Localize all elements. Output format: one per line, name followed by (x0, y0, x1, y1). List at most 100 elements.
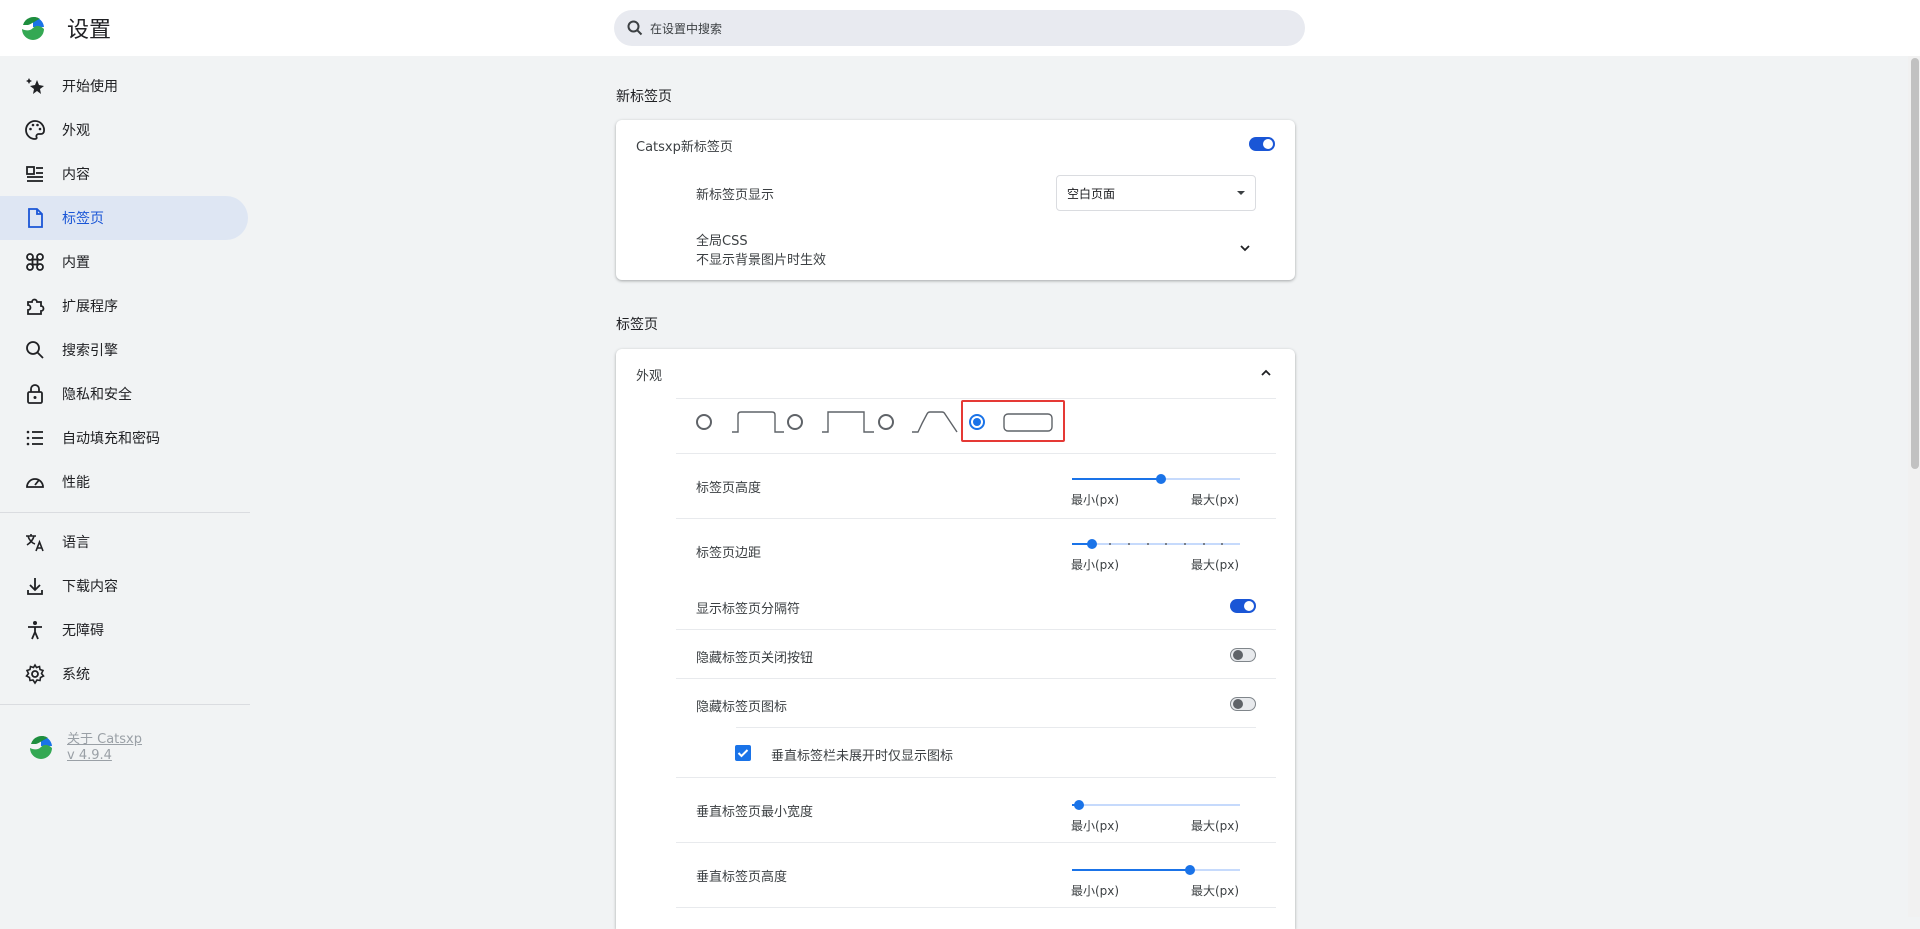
sidebar-item-language[interactable]: 语言 (0, 520, 248, 564)
scrollbar-thumb[interactable] (1911, 58, 1919, 469)
sidebar-item-tabs[interactable]: 标签页 (0, 196, 248, 240)
slider-thumb[interactable] (1184, 865, 1195, 875)
gear-icon (25, 663, 45, 685)
global-css-label: 全局CSS (696, 234, 748, 249)
tabs-card: 外观 标签页高度 最小(px) 最大(px) 标签页边距 最小(px) 最大(p… (616, 349, 1295, 929)
slider-tick (1146, 543, 1149, 545)
catsxp-newtab-toggle[interactable] (1249, 137, 1275, 151)
hide-tab-icon-toggle[interactable] (1230, 697, 1256, 711)
divider (676, 842, 1276, 843)
chevron-up-icon[interactable] (1259, 366, 1273, 380)
sidebar: 开始使用 外观 内容 标签页 内置 扩展程序 搜索引擎 隐私和安全 自动填充和密… (0, 56, 250, 917)
slider-fill (1072, 478, 1162, 480)
chevron-down-icon[interactable] (1238, 241, 1252, 255)
slider-thumb[interactable] (1073, 800, 1084, 810)
palette-icon (25, 120, 45, 140)
hide-close-button-label: 隐藏标签页关闭按钮 (696, 651, 814, 666)
divider (676, 678, 1276, 679)
tab-margin-label: 标签页边距 (696, 546, 762, 561)
slider-max-label: 最大(px) (1191, 493, 1240, 507)
divider (676, 777, 1276, 778)
global-css-desc: 不显示背景图片时生效 (696, 253, 827, 268)
vertical-min-width-label: 垂直标签页最小宽度 (696, 805, 814, 820)
divider (676, 907, 1276, 908)
search-icon (26, 341, 44, 359)
sidebar-item-label: 无障碍 (62, 623, 104, 639)
slider-tick (1128, 543, 1130, 545)
slider-min-label: 最小(px) (1071, 819, 1120, 833)
sidebar-item-label: 隐私和安全 (62, 387, 132, 403)
download-icon (27, 578, 43, 595)
appearance-label: 外观 (636, 369, 663, 384)
lock-icon (27, 384, 43, 404)
puzzle-icon (27, 298, 45, 315)
vertical-height-label: 垂直标签页高度 (696, 870, 788, 885)
about-name[interactable]: 关于 Catsxp (67, 728, 142, 747)
search-input[interactable] (648, 10, 1252, 48)
accessibility-icon (28, 621, 42, 640)
divider (676, 518, 1276, 519)
slider-fill (1072, 869, 1190, 871)
tab-style-preview-1 (732, 411, 784, 433)
slider-tick (1165, 543, 1168, 545)
document-icon (28, 208, 43, 228)
checkmark-icon (737, 749, 749, 758)
sidebar-item-system[interactable]: 系统 (0, 652, 248, 696)
show-separator-toggle[interactable] (1230, 599, 1256, 613)
slider-max-label: 最大(px) (1191, 884, 1240, 898)
newtab-display-select[interactable]: 空白页面 (1056, 175, 1256, 211)
tab-style-preview-3 (912, 411, 958, 433)
slider-min-label: 最小(px) (1071, 558, 1120, 572)
slider-tick (1184, 543, 1186, 545)
sidebar-item-accessibility[interactable]: 无障碍 (0, 608, 248, 652)
sidebar-item-autofill[interactable]: 自动填充和密码 (0, 416, 248, 460)
tab-margin-slider[interactable] (1072, 539, 1240, 549)
tab-height-label: 标签页高度 (696, 481, 762, 496)
tab-style-radio-3[interactable] (878, 414, 894, 430)
sidebar-item-downloads[interactable]: 下载内容 (0, 564, 248, 608)
vertical-min-width-slider[interactable] (1072, 800, 1240, 810)
tab-style-preview-2 (822, 411, 874, 433)
vertical-icons-only-checkbox[interactable] (735, 745, 751, 761)
sidebar-item-label: 系统 (62, 667, 90, 683)
tab-height-slider[interactable] (1072, 474, 1240, 484)
sidebar-item-label: 外观 (62, 123, 90, 139)
about-version[interactable]: v 4.9.4 (67, 748, 112, 763)
sidebar-item-appearance[interactable]: 外观 (0, 108, 248, 152)
sidebar-item-search-engine[interactable]: 搜索引擎 (0, 328, 248, 372)
slider-tick (1202, 543, 1205, 545)
divider (736, 727, 1256, 728)
newtab-display-value: 空白页面 (1067, 187, 1116, 201)
slider-max-label: 最大(px) (1191, 558, 1240, 572)
sparkle-star-icon (26, 78, 44, 94)
newtab-display-label: 新标签页显示 (696, 188, 775, 203)
tab-style-radio-2[interactable] (787, 414, 803, 430)
hide-close-button-toggle[interactable] (1230, 648, 1256, 662)
sidebar-divider (0, 512, 250, 513)
catsxp-newtab-label: Catsxp新标签页 (636, 140, 733, 155)
search-box[interactable] (614, 10, 1305, 48)
search-icon (627, 20, 643, 36)
page-title: 设置 (67, 18, 112, 43)
divider (676, 398, 1276, 399)
sidebar-item-privacy[interactable]: 隐私和安全 (0, 372, 248, 416)
sidebar-item-label: 内置 (62, 255, 90, 271)
sidebar-item-get-started[interactable]: 开始使用 (0, 64, 248, 108)
sidebar-item-label: 自动填充和密码 (62, 431, 160, 447)
tab-style-radio-4[interactable] (969, 414, 985, 430)
slider-thumb[interactable] (1156, 474, 1167, 484)
slider-thumb[interactable] (1087, 539, 1098, 549)
slider-min-label: 最小(px) (1071, 493, 1120, 507)
sidebar-item-content[interactable]: 内容 (0, 152, 248, 196)
command-icon (26, 253, 44, 271)
sidebar-item-performance[interactable]: 性能 (0, 460, 248, 504)
sidebar-item-extensions[interactable]: 扩展程序 (0, 284, 248, 328)
sidebar-item-label: 语言 (62, 535, 90, 551)
sidebar-item-label: 性能 (62, 475, 90, 491)
vertical-height-slider[interactable] (1072, 865, 1240, 875)
sidebar-item-builtin[interactable]: 内置 (0, 240, 248, 284)
sidebar-item-label: 开始使用 (62, 79, 118, 95)
tab-style-radio-1[interactable] (696, 414, 712, 430)
vertical-icons-only-label: 垂直标签栏未展开时仅显示图标 (771, 749, 954, 764)
slider-max-label: 最大(px) (1191, 819, 1240, 833)
